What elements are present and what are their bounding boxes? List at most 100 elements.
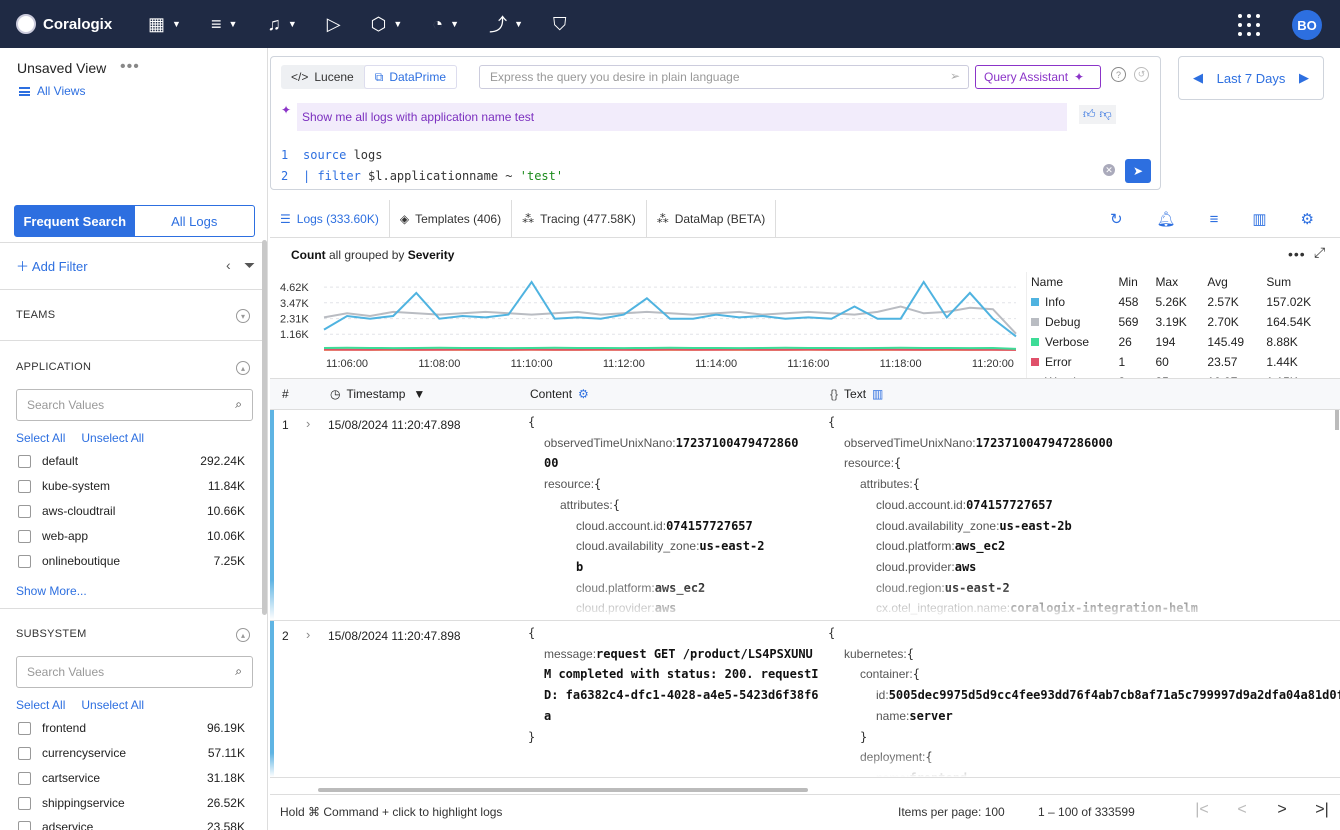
list-item[interactable]: adservice 23.58K <box>18 820 245 830</box>
sort-down-icon[interactable]: ▼ <box>413 387 425 401</box>
bell-icon[interactable]: 🔔︎ <box>1157 210 1176 228</box>
unselect-all-link[interactable]: Unselect All <box>81 431 144 445</box>
apps-grid-icon[interactable] <box>1238 14 1260 36</box>
avatar[interactable]: BO <box>1292 10 1322 40</box>
tab-logs[interactable]: ☰ Logs (333.60K) <box>270 199 390 238</box>
alerts-menu[interactable]: ♫ ▼ <box>267 14 296 35</box>
list-item[interactable]: currencyservice 57.11K <box>18 746 245 760</box>
prev-page-icon[interactable]: < <box>1222 801 1262 819</box>
tab-templates[interactable]: ◈ Templates (406) <box>390 199 513 238</box>
refresh-icon[interactable]: ↻ <box>1110 210 1123 228</box>
items-per-page[interactable]: Items per page: 100 <box>898 805 1005 819</box>
select-all-link[interactable]: Select All <box>16 431 65 445</box>
table-row[interactable]: 1 › 15/08/2024 11:20:47.898 {observedTim… <box>270 410 1340 621</box>
unselect-all-link[interactable]: Unselect All <box>81 698 144 712</box>
send-icon[interactable]: ➢ <box>950 69 960 83</box>
checkbox[interactable] <box>18 479 31 493</box>
list-item[interactable]: frontend 96.19K <box>18 721 245 735</box>
checkbox[interactable] <box>18 529 31 543</box>
security-menu[interactable]: ⛉ <box>553 14 567 35</box>
gear-icon[interactable]: ⚙ <box>1301 210 1314 228</box>
list-item[interactable]: onlineboutique 7.25K <box>18 554 245 568</box>
chevron-up-icon[interactable]: ▴ <box>236 628 250 642</box>
x-tick-label: 11:16:00 <box>787 358 829 370</box>
list-item[interactable]: cartservice 31.18K <box>18 771 245 785</box>
flows-menu[interactable]: ⤴ ▼ <box>489 11 523 37</box>
application-section-title[interactable]: APPLICATION <box>16 361 91 373</box>
tab-tracing[interactable]: ⁂ Tracing (477.58K) <box>512 199 647 238</box>
checkbox[interactable] <box>18 454 31 468</box>
tab-lucene[interactable]: </> Lucene <box>281 65 364 89</box>
chevron-up-icon[interactable]: ▴ <box>236 361 250 375</box>
chevron-left-icon[interactable]: ◀ <box>1193 70 1203 86</box>
more-options-icon[interactable]: ••• <box>120 58 140 76</box>
list-item[interactable]: kube-system 11.84K <box>18 479 245 493</box>
thumbs-up-icon[interactable]: 👍︎ <box>1083 107 1096 122</box>
table-row[interactable]: 2 › 15/08/2024 11:20:47.898 {message:req… <box>270 621 1340 778</box>
sidebar-scrollbar[interactable] <box>262 240 267 615</box>
coralogix-logo[interactable]: Coralogix <box>16 14 136 34</box>
subsystem-section-title[interactable]: SUBSYSTEM <box>16 628 87 640</box>
legend-row[interactable]: Error 1 60 23.57 1.44K <box>1027 352 1332 372</box>
vertical-scrollbar[interactable] <box>1335 410 1339 430</box>
checkbox[interactable] <box>18 504 31 518</box>
explore-menu[interactable]: ≡ ▼ <box>211 14 237 35</box>
checkbox[interactable] <box>18 796 31 810</box>
select-all-link[interactable]: Select All <box>16 698 65 712</box>
checkbox[interactable] <box>18 554 31 568</box>
dashboard-menu[interactable]: ▦ ▼ <box>148 14 181 35</box>
column-content[interactable]: Content ⚙ <box>530 387 589 401</box>
column-text[interactable]: {} Text ▥ <box>830 387 883 401</box>
columns-icon[interactable]: ▥ <box>1252 210 1266 228</box>
list-item[interactable]: web-app 10.06K <box>18 529 245 543</box>
integrations-menu[interactable]: ⬡ ▼ <box>371 14 403 35</box>
tab-frequent-search[interactable]: Frequent Search <box>15 206 135 236</box>
last-page-icon[interactable]: >| <box>1302 801 1340 819</box>
column-timestamp[interactable]: ◷ Timestamp ▼ <box>330 387 425 401</box>
filter-lines-icon[interactable]: ≡ <box>1210 211 1219 228</box>
chevron-right-icon[interactable]: ▶ <box>1299 70 1309 86</box>
tab-datamap[interactable]: ⁂ DataMap (BETA) <box>647 199 777 238</box>
clear-icon[interactable]: ✕ <box>1103 164 1115 176</box>
all-views-link[interactable]: All Views <box>19 84 85 98</box>
checkbox[interactable] <box>18 820 31 830</box>
time-range-label[interactable]: Last 7 Days <box>1217 71 1286 86</box>
thumbs-down-icon[interactable]: 👎︎ <box>1100 107 1112 122</box>
filter-icon[interactable]: ⏷ <box>244 257 255 274</box>
legend-row[interactable]: Verbose 26 194 145.49 8.88K <box>1027 332 1332 352</box>
checkbox[interactable] <box>18 721 31 735</box>
columns-icon[interactable]: ▥ <box>872 387 883 401</box>
legend-row[interactable]: Debug 569 3.19K 2.70K 164.54K <box>1027 312 1332 332</box>
teams-section-title[interactable]: TEAMS <box>16 309 55 321</box>
list-item[interactable]: default 292.24K <box>18 454 245 468</box>
chevron-down-icon[interactable]: ▾ <box>236 309 250 323</box>
chevron-right-icon[interactable]: › <box>306 416 310 431</box>
collapse-icon[interactable]: ‹ <box>226 257 231 273</box>
query-editor[interactable]: 1 source logs 2 | filter $l.applicationnam… <box>281 145 563 187</box>
legend-row[interactable]: Info 458 5.26K 2.57K 157.02K <box>1027 292 1332 312</box>
first-page-icon[interactable]: |< <box>1182 801 1222 819</box>
show-more-link[interactable]: Show More... <box>16 584 87 598</box>
query-assistant-button[interactable]: Query Assistant ✦ <box>975 65 1101 89</box>
play-menu[interactable]: ▷ <box>327 14 341 35</box>
list-item[interactable]: aws-cloudtrail 10.66K <box>18 504 245 518</box>
application-search-input[interactable]: Search Values ⌕ <box>16 389 253 421</box>
checkbox[interactable] <box>18 746 31 760</box>
tab-dataprime[interactable]: ⧉ DataPrime <box>363 65 457 89</box>
checkbox[interactable] <box>18 771 31 785</box>
help-icon[interactable]: ? <box>1111 67 1126 82</box>
next-page-icon[interactable]: > <box>1262 801 1302 819</box>
run-query-button[interactable]: ➤ <box>1125 159 1151 183</box>
history-icon[interactable]: ↺ <box>1134 67 1149 82</box>
horizontal-scrollbar[interactable] <box>318 788 808 792</box>
chevron-right-icon[interactable]: › <box>306 627 310 642</box>
add-filter-button[interactable]: ＋ Add Filter <box>16 256 88 275</box>
more-options-icon[interactable]: ••• <box>1288 246 1306 262</box>
list-item[interactable]: shippingservice 26.52K <box>18 796 245 810</box>
tab-all-logs[interactable]: All Logs <box>135 206 255 236</box>
gear-icon[interactable]: ⚙ <box>578 387 589 401</box>
natural-language-input[interactable]: Express the query you desire in plain la… <box>479 65 969 89</box>
gauge-menu[interactable]: ◔ ▼ <box>432 14 459 35</box>
subsystem-search-input[interactable]: Search Values ⌕ <box>16 656 253 688</box>
expand-icon[interactable]: ⤢ <box>1314 244 1325 261</box>
